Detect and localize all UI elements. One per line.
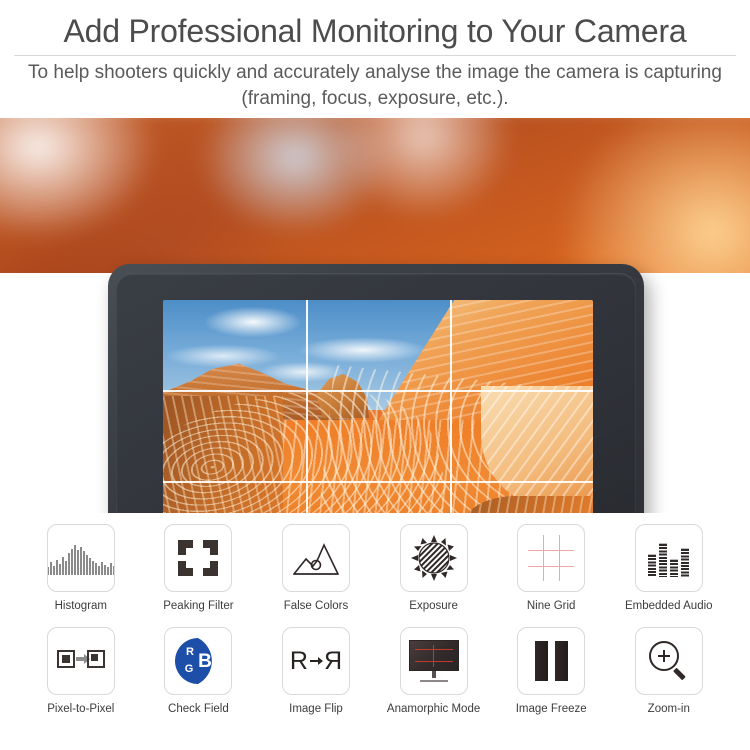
embedded-audio-icon — [648, 539, 690, 577]
feature-pixel-to-pixel[interactable]: Pixel-to-Pixel — [22, 627, 140, 716]
grid-line-horizontal-2 — [163, 481, 593, 483]
histogram-bar — [103, 565, 106, 575]
feature-label: Image Flip — [289, 703, 343, 715]
histogram-bar — [70, 549, 73, 575]
check-field-b-label: B — [199, 651, 213, 672]
feature-label: Zoom-in — [647, 703, 690, 715]
hero-banner: FEELWØRLD Ultra-Bright — [0, 118, 750, 513]
feature-tile[interactable] — [399, 627, 468, 695]
pixel-to-pixel-icon — [56, 650, 105, 672]
histogram-bar — [67, 553, 70, 575]
feature-row-2: Pixel-to-Pixel R G B Check Field R R Ima… — [0, 627, 750, 716]
zoom-in-icon — [647, 639, 691, 683]
peaking-filter-icon — [178, 540, 219, 576]
histogram-icon — [47, 541, 114, 575]
feature-check-field[interactable]: R G B Check Field — [140, 627, 258, 716]
feature-image-freeze[interactable]: Image Freeze — [492, 627, 610, 716]
feature-tile[interactable]: R R — [281, 627, 350, 695]
audio-level-bar — [670, 559, 679, 577]
feature-label: Embedded Audio — [624, 600, 713, 612]
audio-level-bar — [681, 548, 690, 577]
flip-letter-mirrored: R — [323, 646, 343, 675]
audio-level-bar — [648, 554, 657, 577]
feature-tile[interactable] — [46, 524, 115, 592]
histogram-bar — [55, 560, 58, 575]
feature-label: Histogram — [54, 600, 107, 612]
flip-letter-original: R — [289, 646, 308, 675]
page-header: Add Professional Monitoring to Your Came… — [0, 0, 750, 118]
feature-tile[interactable] — [399, 524, 468, 592]
histogram-bar — [91, 561, 94, 575]
false-colors-icon — [292, 543, 339, 575]
feature-grid: Histogram Peaking Filter False Colors Ex… — [0, 516, 750, 750]
feature-label: Anamorphic Mode — [386, 703, 481, 715]
title-divider — [14, 55, 736, 56]
check-field-g-label: G — [185, 663, 194, 675]
histogram-bar — [94, 563, 97, 575]
feature-peaking-filter[interactable]: Peaking Filter — [140, 524, 258, 613]
flip-arrow-icon — [309, 657, 323, 665]
feature-tile[interactable] — [517, 627, 586, 695]
check-field-icon: R G B — [175, 638, 213, 684]
feature-anamorphic-mode[interactable]: Anamorphic Mode — [375, 627, 493, 716]
feature-tile[interactable] — [634, 524, 703, 592]
feature-tile[interactable] — [517, 524, 586, 592]
feature-zoom-in[interactable]: Zoom-in — [610, 627, 728, 716]
feature-label: Pixel-to-Pixel — [47, 703, 115, 715]
feature-tile[interactable] — [634, 627, 703, 695]
image-freeze-icon — [534, 641, 568, 681]
monitor-body: FEELWØRLD Ultra-Bright — [116, 273, 636, 513]
histogram-bar — [82, 551, 85, 575]
feature-row-1: Histogram Peaking Filter False Colors Ex… — [0, 524, 750, 613]
feature-nine-grid[interactable]: Nine Grid — [492, 524, 610, 613]
histogram-bar — [97, 566, 100, 575]
histogram-bar — [47, 567, 49, 575]
nine-grid-icon — [528, 535, 575, 581]
image-flip-icon: R R — [290, 647, 342, 676]
histogram-bar — [109, 563, 112, 575]
feature-tile[interactable] — [46, 627, 115, 695]
feature-tile[interactable] — [164, 524, 233, 592]
feature-exposure[interactable]: Exposure — [375, 524, 493, 613]
feature-tile[interactable] — [281, 524, 350, 592]
histogram-bar — [79, 547, 82, 575]
histogram-bar — [106, 567, 109, 575]
feature-label: Peaking Filter — [163, 600, 234, 612]
feature-histogram[interactable]: Histogram — [22, 524, 140, 613]
feature-label: False Colors — [283, 600, 349, 612]
histogram-bar — [64, 561, 67, 575]
histogram-bar — [112, 566, 114, 575]
feature-embedded-audio[interactable]: Embedded Audio — [610, 524, 728, 613]
histogram-bar — [58, 564, 61, 575]
histogram-bar — [100, 562, 103, 575]
exposure-icon — [410, 535, 457, 581]
histogram-bar — [52, 566, 55, 575]
feature-false-colors[interactable]: False Colors — [257, 524, 375, 613]
histogram-bar — [76, 550, 79, 575]
page-subtitle: To help shooters quickly and accurately … — [28, 62, 722, 109]
histogram-bar — [73, 545, 76, 575]
anamorphic-mode-icon — [408, 640, 459, 682]
page-title: Add Professional Monitoring to Your Came… — [63, 13, 687, 49]
feature-label: Nine Grid — [526, 600, 576, 612]
histogram-bar — [88, 558, 91, 575]
monitor-screen — [163, 300, 593, 513]
histogram-bar — [49, 562, 52, 575]
audio-level-bar — [659, 543, 668, 577]
feature-label: Exposure — [409, 600, 458, 612]
feature-label: Image Freeze — [515, 703, 587, 715]
feature-tile[interactable]: R G B — [164, 627, 233, 695]
histogram-bar — [85, 555, 88, 575]
grid-line-horizontal-1 — [163, 390, 593, 392]
histogram-bar — [61, 557, 64, 575]
nine-grid-overlay — [163, 300, 593, 513]
field-monitor-device: FEELWØRLD Ultra-Bright — [108, 264, 644, 513]
check-field-r-label: R — [186, 646, 194, 658]
feature-label: Check Field — [168, 703, 229, 715]
feature-image-flip[interactable]: R R Image Flip — [257, 627, 375, 716]
